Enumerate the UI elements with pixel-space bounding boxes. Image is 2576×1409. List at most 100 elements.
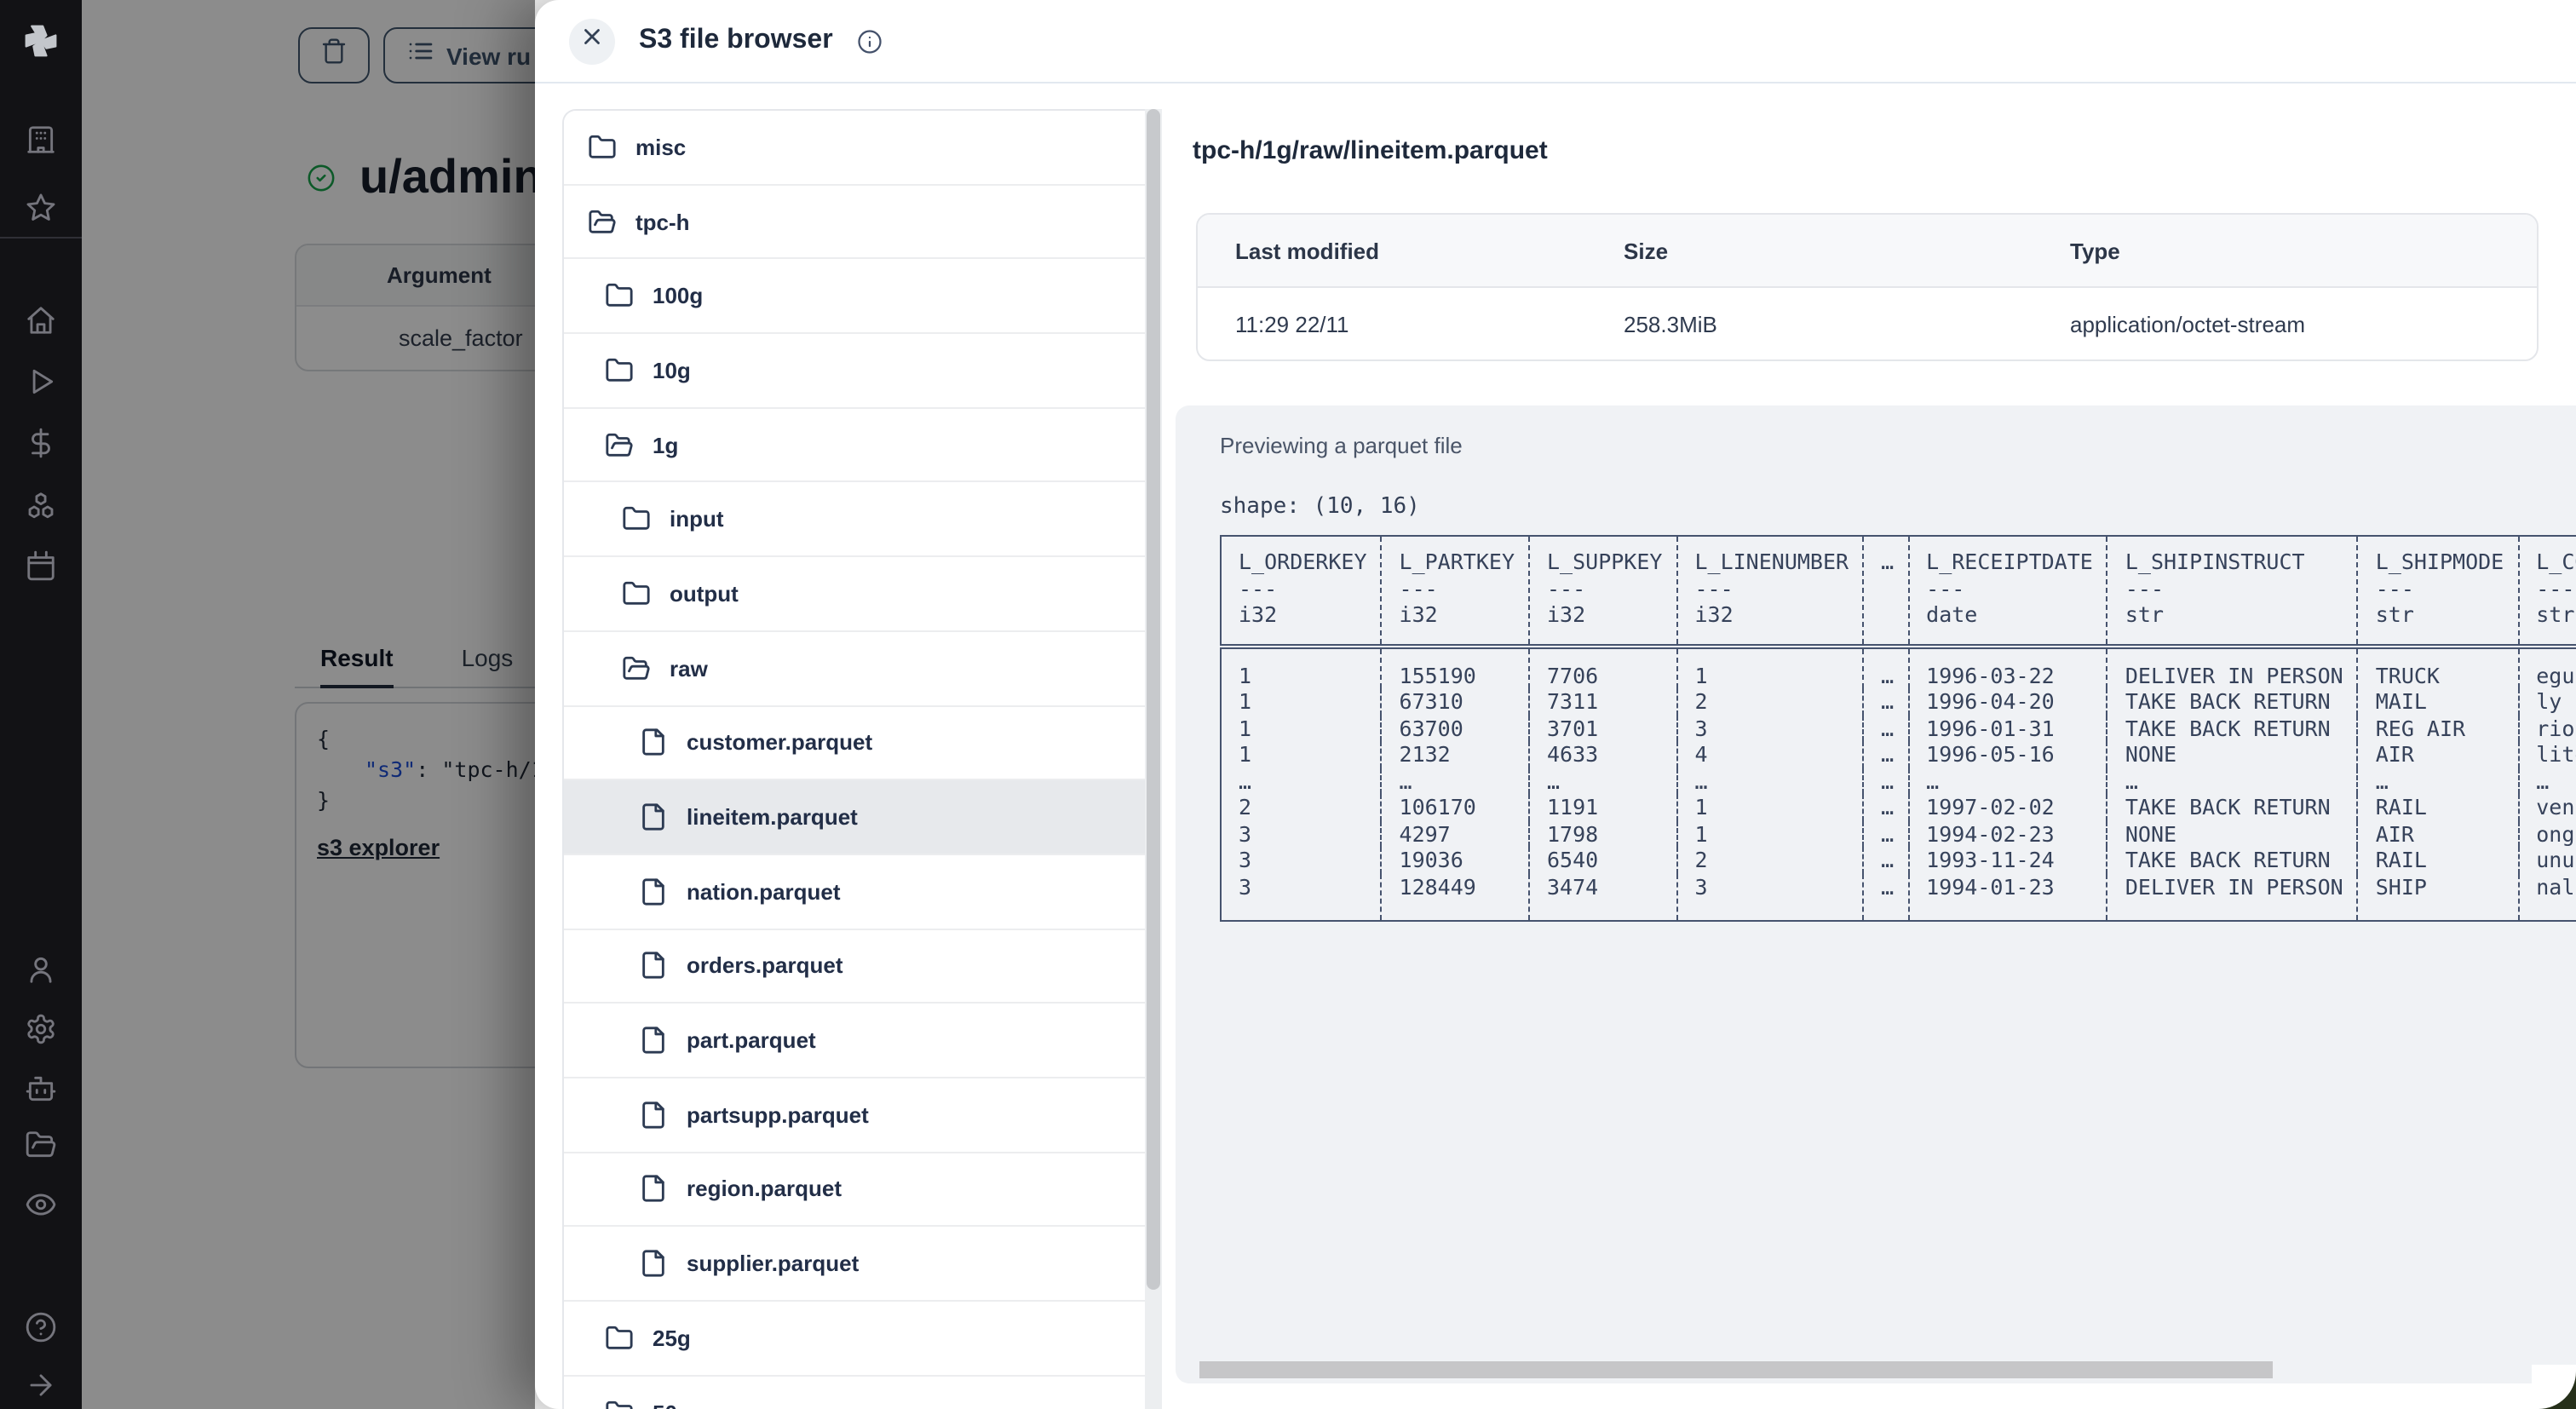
file-icon	[639, 1026, 668, 1055]
tree-item-customer-parquet[interactable]: customer.parquet	[564, 706, 1160, 781]
preview-cell: 67310	[1380, 688, 1529, 715]
file-path-title: tpc-h/1g/raw/lineitem.parquet	[1193, 136, 1548, 165]
tree-item-supplier-parquet[interactable]: supplier.parquet	[564, 1227, 1160, 1302]
col-size: Size	[1624, 238, 1669, 263]
preview-cell: …	[1862, 820, 1909, 847]
folder-icon	[605, 1324, 634, 1353]
preview-cell: ongs	[2517, 820, 2576, 847]
calendar-icon[interactable]	[25, 549, 57, 582]
preview-cell: …	[1907, 768, 2107, 794]
preview-data-row: 1 155190 7706 1… 1996-03-22 DELIVER IN PERSON…	[1221, 646, 2576, 688]
tree-item-1g[interactable]: 1g	[564, 408, 1160, 483]
preview-cell: egul	[2517, 646, 2576, 688]
bot-icon[interactable]	[25, 1073, 57, 1105]
preview-cell: 1	[1676, 794, 1864, 820]
info-icon[interactable]	[857, 28, 883, 54]
folder-open-icon	[588, 207, 617, 236]
tree-scrollbar[interactable]	[1145, 109, 1162, 1409]
preview-cell: 2132	[1380, 741, 1529, 768]
star-icon[interactable]	[25, 192, 57, 224]
preview-cell: TAKE BACK RETURN	[2106, 715, 2358, 741]
tree-item-nation-parquet[interactable]: nation.parquet	[564, 854, 1160, 930]
preview-cell: MAIL	[2356, 688, 2519, 715]
tree-item-tpc-h[interactable]: tpc-h	[564, 185, 1160, 260]
preview-cell: 1	[1239, 688, 1252, 714]
horizontal-scrollbar-thumb[interactable]	[1199, 1361, 2273, 1378]
tree-item-lineitem-parquet[interactable]: lineitem.parquet	[564, 780, 1160, 855]
folder-icon	[588, 133, 617, 162]
preview-col-l_shipmode: L_SHIPMODE --- str	[2356, 536, 2519, 648]
preview-cell: 128449	[1380, 873, 1529, 921]
tree-item-50g[interactable]: 50g	[564, 1376, 1160, 1409]
preview-cell: 3	[1676, 715, 1864, 741]
tree-item-label: partsupp.parquet	[687, 1101, 869, 1128]
preview-cell: 4633	[1528, 741, 1677, 768]
preview-cell: unu	[2517, 847, 2576, 873]
preview-cell: NONE	[2106, 820, 2358, 847]
tree-item-label: 50g	[653, 1400, 691, 1409]
modal-title: S3 file browser	[639, 26, 833, 55]
preview-cell: ven	[2517, 794, 2576, 820]
preview-cell: 7311	[1528, 688, 1677, 715]
preview-cell: nal	[2517, 873, 2576, 921]
close-button[interactable]	[569, 18, 615, 64]
preview-cell: DELIVER IN PERSON	[2106, 873, 2358, 921]
modal-overlay[interactable]	[82, 0, 535, 1409]
preview-cell: 4	[1676, 741, 1864, 768]
preview-cell: 1996-01-31	[1907, 715, 2107, 741]
file-icon	[639, 1101, 668, 1130]
tree-item-region-parquet[interactable]: region.parquet	[564, 1153, 1160, 1228]
dollar-icon[interactable]	[25, 427, 57, 459]
gear-icon[interactable]	[25, 1013, 57, 1045]
preview-col-l_shipinstruct: L_SHIPINSTRUCT --- str	[2106, 536, 2358, 648]
tree-item-label: output	[670, 580, 739, 607]
folder-open-icon[interactable]	[25, 1129, 57, 1161]
value-last-modified: 11:29 22/11	[1235, 312, 1349, 337]
preview-cell: …	[2356, 768, 2519, 794]
preview-col-l_linenumber: L_LINENUMBER --- i32	[1676, 536, 1864, 648]
preview-cell: …	[1862, 646, 1909, 688]
tree-scrollbar-thumb[interactable]	[1147, 109, 1160, 1290]
tree-item-100g[interactable]: 100g	[564, 259, 1160, 335]
preview-cell: RAIL	[2356, 794, 2519, 820]
tree-item-label: customer.parquet	[687, 729, 873, 756]
preview-cell: 1996-03-22	[1907, 646, 2107, 688]
preview-cell: …	[1862, 688, 1909, 715]
tree-item-misc[interactable]: misc	[564, 111, 1160, 186]
home-icon[interactable]	[25, 304, 57, 336]
boxes-icon[interactable]	[25, 490, 57, 522]
tree-item-label: lineitem.parquet	[687, 804, 858, 831]
building-icon[interactable]	[25, 124, 57, 156]
preview-data-row: ………………………	[1221, 768, 2576, 794]
tree-item-10g[interactable]: 10g	[564, 334, 1160, 409]
preview-cell: …	[1862, 847, 1909, 873]
preview-cell: DELIVER IN PERSON	[2106, 646, 2358, 688]
arrow-right-icon[interactable]	[25, 1369, 57, 1401]
preview-cell: …	[1862, 715, 1909, 741]
tree-item-partsupp-parquet[interactable]: partsupp.parquet	[564, 1078, 1160, 1153]
eye-icon[interactable]	[25, 1188, 57, 1221]
tree-item-input[interactable]: input	[564, 482, 1160, 558]
preview-data-row: 1 213246334…1996-05-16NONEAIRlite	[1221, 741, 2576, 768]
tree-item-25g[interactable]: 25g	[564, 1302, 1160, 1377]
tree-item-label: 1g	[653, 432, 679, 458]
preview-cell: 1997-02-02	[1907, 794, 2107, 820]
preview-cell: 1	[1676, 646, 1864, 688]
preview-cell: 1996-05-16	[1907, 741, 2107, 768]
tree-item-part-parquet[interactable]: part.parquet	[564, 1004, 1160, 1078]
user-icon[interactable]	[25, 953, 57, 986]
tree-item-raw[interactable]: raw	[564, 631, 1160, 706]
preview-data-row: 1 63700 3701 3… 1996-01-31 TAKE BACK RETURN RE…	[1221, 715, 2576, 741]
play-icon[interactable]	[25, 365, 57, 398]
tree-item-label: misc	[635, 134, 687, 160]
folder-open-icon	[605, 430, 634, 459]
x-icon	[579, 24, 605, 58]
preview-cell: 3	[1239, 820, 1252, 846]
help-icon[interactable]	[25, 1311, 57, 1343]
preview-cell: TAKE BACK RETURN	[2106, 794, 2358, 820]
file-icon	[639, 728, 668, 757]
tree-item-orders-parquet[interactable]: orders.parquet	[564, 929, 1160, 1004]
preview-cell: AIR	[2356, 741, 2519, 768]
file-icon	[639, 1175, 668, 1204]
tree-item-output[interactable]: output	[564, 557, 1160, 632]
